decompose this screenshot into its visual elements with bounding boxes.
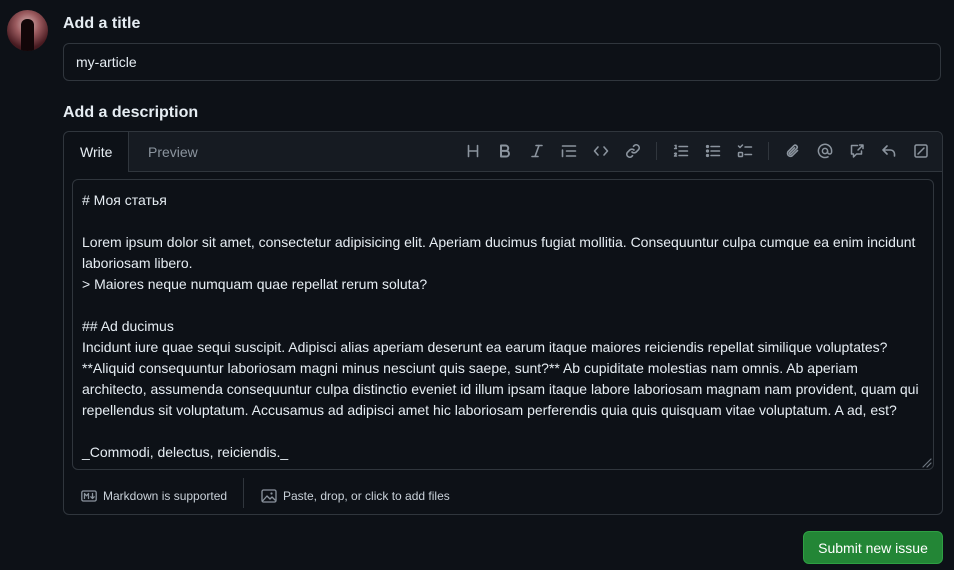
resize-handle-icon[interactable] (920, 456, 932, 468)
description-textarea[interactable]: # Моя статья Lorem ipsum dolor sit amet,… (72, 179, 934, 470)
link-icon[interactable] (622, 140, 644, 162)
saved-replies-icon[interactable] (878, 140, 900, 162)
title-input[interactable] (63, 43, 941, 81)
description-editor: Write Preview # Моя статья Lorem ipsum d… (63, 131, 943, 515)
markdown-icon (81, 490, 97, 502)
unordered-list-icon[interactable] (702, 140, 724, 162)
markdown-supported-link[interactable]: Markdown is supported (81, 478, 227, 514)
tab-write[interactable]: Write (64, 132, 130, 172)
title-heading: Add a title (63, 15, 141, 32)
bold-icon[interactable] (494, 140, 516, 162)
code-icon[interactable] (590, 140, 612, 162)
image-icon (261, 489, 277, 503)
toolbar-separator (768, 142, 769, 160)
ordered-list-icon[interactable] (670, 140, 692, 162)
editor-footer: Markdown is supported Paste, drop, or cl… (64, 478, 942, 514)
toolbar-separator (656, 142, 657, 160)
quote-icon[interactable] (558, 140, 580, 162)
avatar[interactable] (7, 10, 48, 51)
cross-reference-icon[interactable] (846, 140, 868, 162)
add-files-label: Paste, drop, or click to add files (283, 489, 450, 503)
markdown-supported-label: Markdown is supported (103, 489, 228, 503)
attach-icon[interactable] (782, 140, 804, 162)
task-list-icon[interactable] (734, 140, 756, 162)
submit-new-issue-button[interactable]: Submit new issue (803, 531, 943, 564)
new-issue-page: Add a title Add a description Write Prev… (0, 0, 954, 570)
add-files-button[interactable]: Paste, drop, or click to add files (261, 478, 450, 514)
italic-icon[interactable] (526, 140, 548, 162)
description-text[interactable]: # Моя статья Lorem ipsum dolor sit amet,… (73, 180, 933, 469)
avatar-figure (21, 19, 34, 51)
footer-separator (243, 478, 244, 508)
tab-preview[interactable]: Preview (132, 132, 214, 172)
description-heading: Add a description (63, 104, 199, 121)
heading-icon[interactable] (462, 140, 484, 162)
fullscreen-icon[interactable] (910, 140, 932, 162)
editor-header: Write Preview (64, 132, 942, 172)
mention-icon[interactable] (814, 140, 836, 162)
